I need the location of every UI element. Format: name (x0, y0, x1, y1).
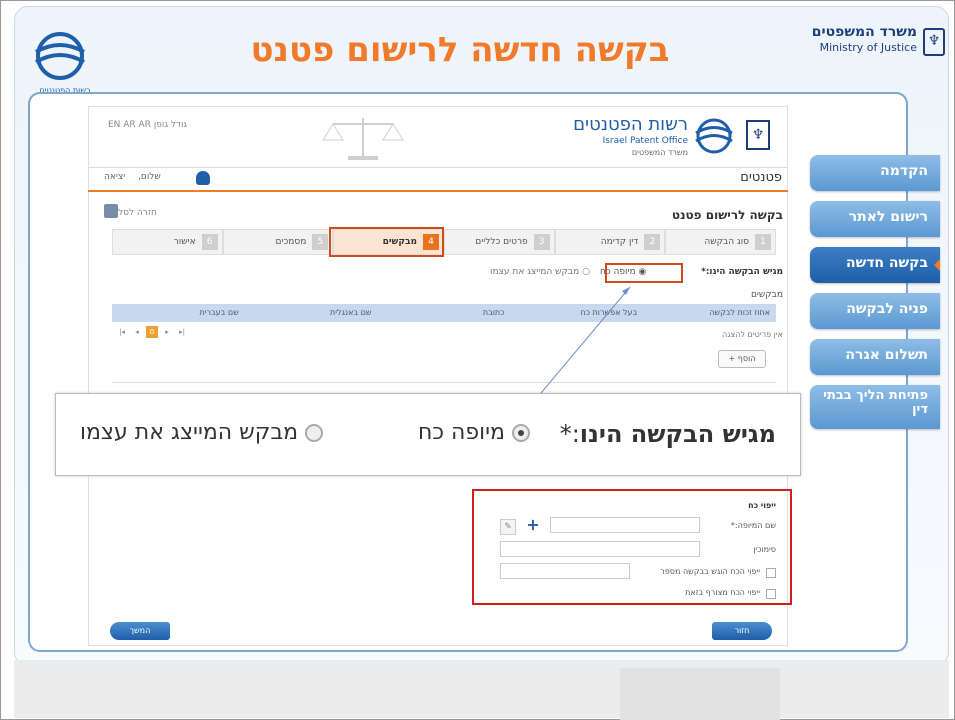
pager-next-icon[interactable]: ▸ (161, 326, 173, 338)
applicants-table-header: שם בעברית שם באנגלית כתובת בעל אפשרות כח… (112, 304, 776, 322)
zoom-radio-self-label: מבקש המייצג את עצמו (80, 420, 298, 445)
radio-self-label: מבקש המייצג את עצמו (490, 267, 579, 277)
pager-prev-icon[interactable]: ◂ (131, 326, 143, 338)
step-number: 6 (202, 234, 218, 250)
ipo-header-subtitle: משרד המשפטים (632, 148, 688, 157)
bottom-strip-shade (620, 668, 780, 720)
wizard-step-5[interactable]: 5 מסמכים (223, 229, 334, 255)
step-number: 3 (534, 234, 550, 250)
sidenav-item-fee-payment[interactable]: תשלום אגרה (810, 339, 940, 375)
radio-self-small[interactable]: ○ מבקש המייצג את עצמו (490, 267, 590, 277)
logout-link[interactable]: יציאה (104, 172, 125, 182)
column-header[interactable]: אחוז זכות לבקשה (643, 304, 776, 322)
proxy-section-title: ייפוי כח (748, 501, 776, 510)
ipo-header-logo-icon (692, 116, 736, 156)
scales-of-justice-icon (308, 114, 418, 162)
wizard-steps: 1 סוג הבקשה 2 דין קדימה 3 פרטים כלליים 4… (112, 229, 776, 255)
column-header[interactable]: שם באנגלית (245, 304, 378, 322)
top-links[interactable]: EN AR AR גודל גופן (108, 120, 187, 130)
zoom-radio-proxy[interactable]: מיופה כח (418, 420, 530, 445)
side-navigation: הקדמה רישום לאתר בקשה חדשה פניה לבקשה תש… (810, 155, 940, 439)
step-label: פרטים כלליים (475, 237, 527, 247)
step-label: אישור (174, 237, 196, 247)
user-bar: פטנטים שלום, יציאה (88, 168, 788, 192)
add-proxy-icon[interactable]: + (524, 517, 542, 535)
column-header[interactable]: שם בעברית (112, 304, 245, 322)
patents-logo[interactable]: פטנטים (740, 170, 782, 185)
slide-title: בקשה חדשה לרישום פטנט (220, 30, 700, 70)
user-icon (196, 171, 210, 185)
column-header[interactable]: כתובת (378, 304, 511, 322)
wizard-step-1[interactable]: 1 סוג הבקשה (665, 229, 776, 255)
ministry-name-en: Ministry of Justice (820, 41, 917, 54)
back-button[interactable]: חזור (712, 622, 772, 640)
step-label: דין קדימה (601, 237, 639, 247)
checkbox-attached[interactable] (766, 589, 776, 599)
checkbox-submitted-label: ייפוי הכח הוגש בבקשה מספר (660, 567, 760, 576)
step-label: סוג הבקשה (704, 237, 749, 247)
greeting-text: שלום, (138, 172, 161, 182)
bottom-strip (14, 660, 949, 718)
cart-icon[interactable] (104, 204, 118, 218)
step-number: 2 (644, 234, 660, 250)
add-applicant-button[interactable]: הוסף + (718, 350, 766, 368)
radio-unselected-icon (305, 424, 323, 442)
zoom-radio-proxy-label: מיופה כח (418, 420, 505, 445)
wizard-step-2[interactable]: 2 דין קדימה (555, 229, 666, 255)
sidenav-item-register[interactable]: רישום לאתר (810, 201, 940, 237)
proxy-option-highlight (605, 263, 683, 283)
step-label: מסמכים (276, 237, 307, 247)
step-number: 1 (755, 234, 771, 250)
request-number-field[interactable] (500, 563, 630, 579)
radio-selected-icon (512, 424, 530, 442)
ipo-header-title-en: Israel Patent Office (603, 136, 688, 146)
page-title: בקשה לרישום פטנט (672, 208, 783, 222)
next-button[interactable]: המשך (110, 622, 170, 640)
sidenav-item-intro[interactable]: הקדמה (810, 155, 940, 191)
pager-last-icon[interactable]: ▸| (176, 326, 188, 338)
back-to-cart-link[interactable]: חזרה לסל (118, 208, 157, 218)
sidenav-item-court-proceedings[interactable]: פתיחת הליך בבתי דין (810, 385, 940, 429)
zoom-submitter-label: מגיש הבקשה הינו:* (560, 420, 776, 448)
pager-first-icon[interactable]: |◂ (116, 326, 128, 338)
wizard-step-6[interactable]: 6 אישור (112, 229, 223, 255)
reference-field[interactable] (500, 541, 700, 557)
site-header: EN AR AR גודל גופן רשות הפטנטים Israel P… (88, 106, 788, 168)
menorah-emblem-icon: ♆ (923, 28, 945, 56)
zoom-callout: מגיש הבקשה הינו:* מיופה כח מבקש המייצג א… (55, 393, 801, 476)
table-pager: |◂ ◂ 0 ▸ ▸| (116, 326, 188, 340)
ipo-logo-icon (30, 30, 90, 86)
ipo-header-title-he: רשות הפטנטים (573, 114, 688, 135)
zoom-label-main: מגיש הבקשה הינו (580, 420, 776, 448)
checkbox-attached-label: ייפוי הכח מצורף בזאת (685, 588, 760, 597)
reference-label: סימוכין (753, 545, 776, 554)
table-empty-message: אין פריטים להצגה (722, 330, 783, 339)
section-divider (112, 382, 776, 383)
ministry-name-he: משרד המשפטים (812, 24, 917, 40)
zoom-radio-self[interactable]: מבקש המייצג את עצמו (80, 420, 323, 445)
menorah-emblem-small-icon: ♆ (746, 120, 770, 150)
power-of-attorney-section: ייפוי כח שם המיופה:* + ✎ סימוכין ייפוי ה… (472, 489, 792, 605)
active-step-highlight (329, 227, 444, 257)
proxy-name-field[interactable] (550, 517, 700, 533)
submitter-label: מגיש הבקשה הינו:* (701, 267, 783, 277)
applicants-label: מבקשים (751, 290, 783, 300)
edit-pencil-icon[interactable]: ✎ (500, 519, 516, 535)
zoom-label-suffix: :* (560, 420, 580, 448)
sidenav-item-new-request[interactable]: בקשה חדשה (810, 247, 940, 283)
checkbox-submitted[interactable] (766, 568, 776, 578)
wizard-step-3[interactable]: 3 פרטים כלליים (444, 229, 555, 255)
pager-current-page[interactable]: 0 (146, 326, 158, 338)
sidenav-item-inquiry[interactable]: פניה לבקשה (810, 293, 940, 329)
proxy-name-label: שם המיופה:* (731, 521, 776, 530)
step-number: 5 (312, 234, 328, 250)
